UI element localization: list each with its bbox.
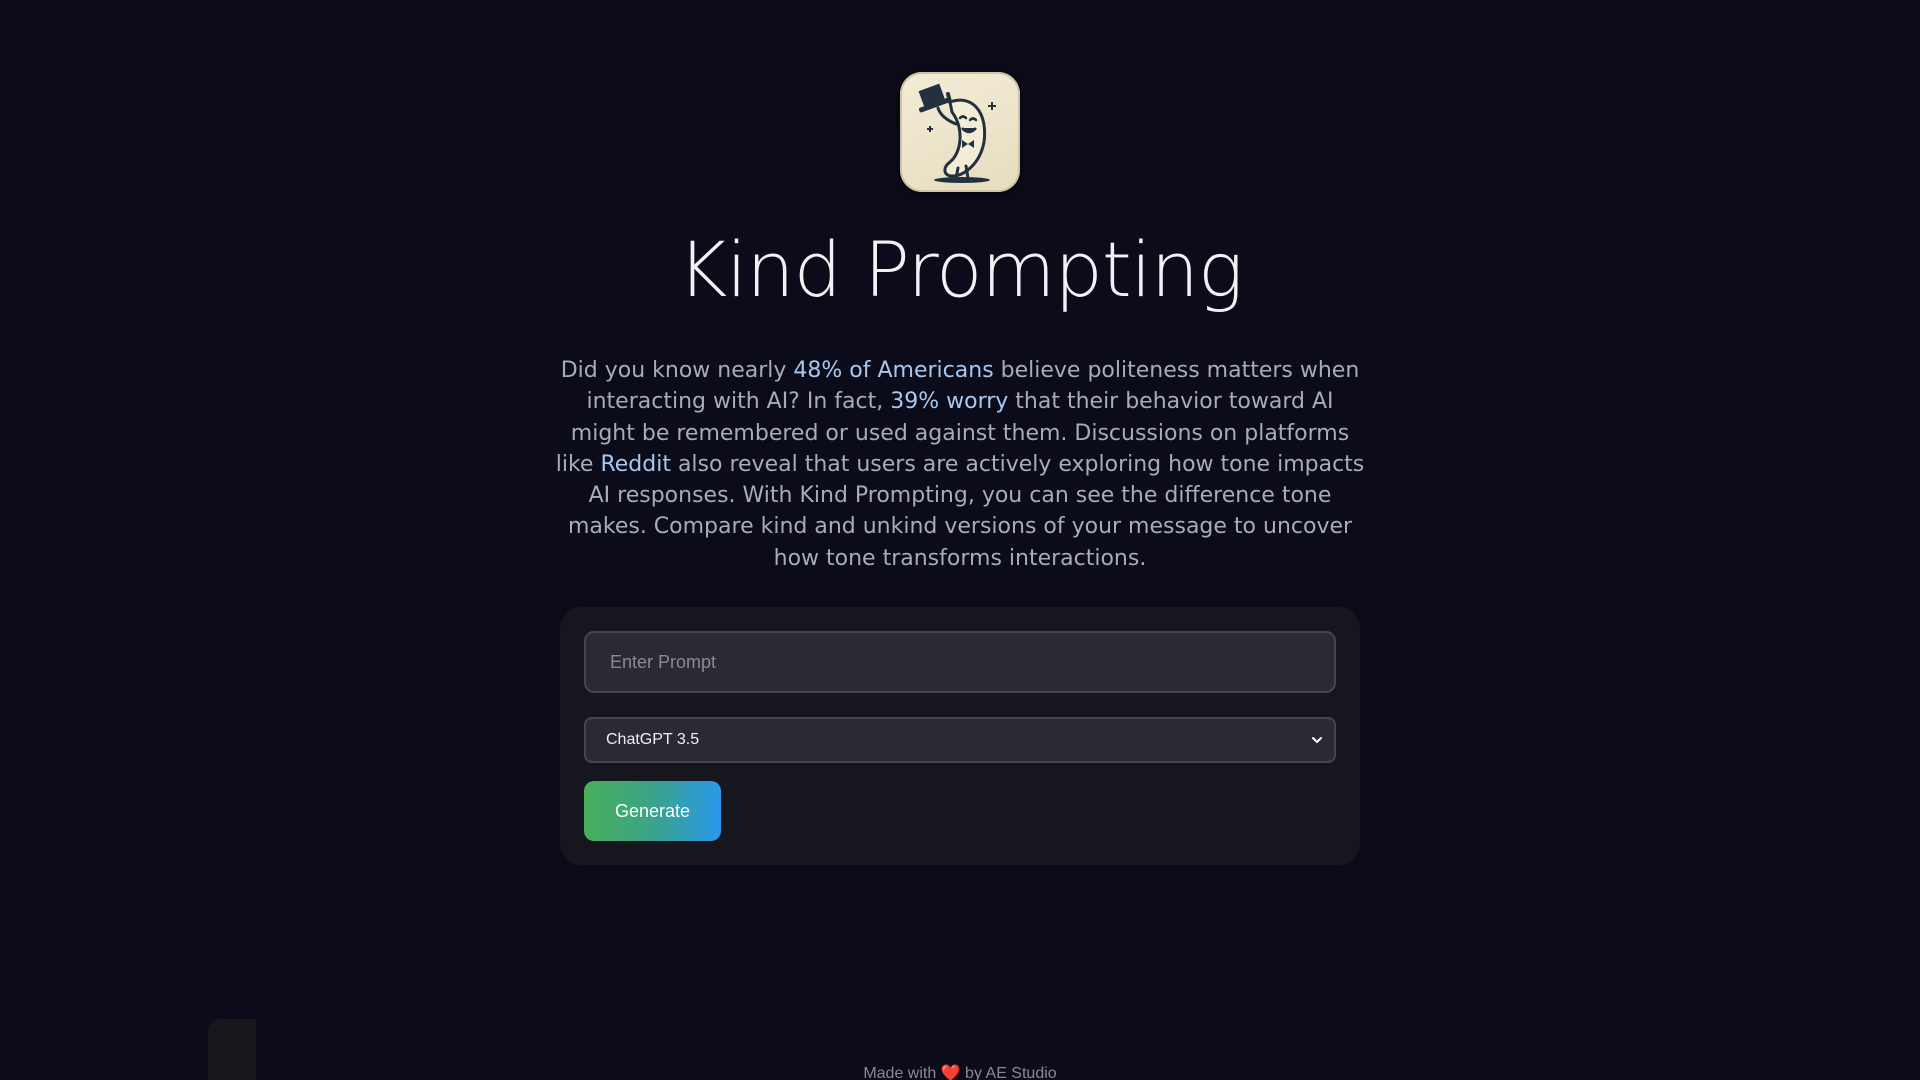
heart-icon: ❤️ xyxy=(940,1065,961,1080)
prompt-input[interactable] xyxy=(584,631,1336,693)
footer: Made with ❤️ by AE Studio xyxy=(0,1064,1920,1080)
prompt-card: ChatGPT 3.5 Generate xyxy=(560,607,1360,865)
intro-text-part: Did you know nearly xyxy=(560,358,794,383)
intro-text: Did you know nearly 48% of Americans bel… xyxy=(552,355,1368,574)
intro-text-part: also reveal that users are actively expl… xyxy=(567,451,1365,571)
footer-made-with: Made with xyxy=(863,1065,941,1080)
footer-credit: by AE Studio xyxy=(960,1065,1057,1080)
page-title: Kind Prompting xyxy=(677,225,1243,314)
model-select[interactable]: ChatGPT 3.5 xyxy=(584,717,1336,763)
banana-mascot-icon xyxy=(900,72,1020,192)
reddit-link[interactable]: Reddit xyxy=(600,452,671,477)
americans-stat-link[interactable]: 48% of Americans xyxy=(793,358,993,383)
model-select-value: ChatGPT 3.5 xyxy=(606,731,700,748)
generate-button[interactable]: Generate xyxy=(584,781,721,841)
chevron-down-icon xyxy=(1312,737,1322,743)
worry-stat-link[interactable]: 39% worry xyxy=(890,389,1008,414)
page: Kind Prompting Did you know nearly 48% o… xyxy=(0,0,1920,1080)
